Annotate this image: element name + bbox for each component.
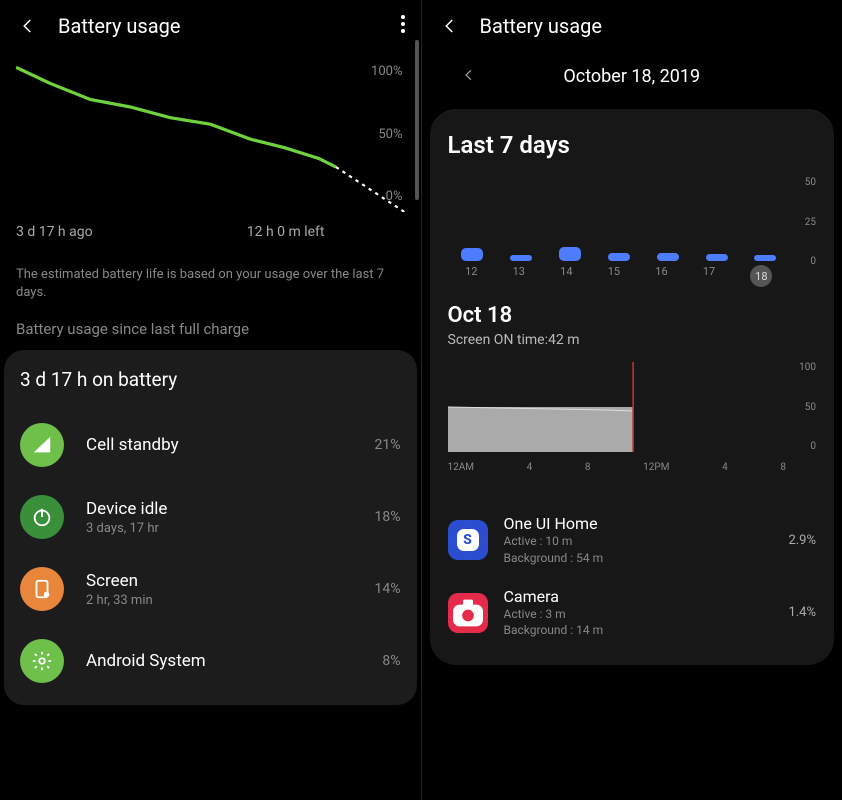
app-pct: 8% (382, 653, 400, 669)
usage-card: 3 d 17 h on battery Cell standby 21% Dev… (4, 350, 417, 705)
day-x-axis: 12AM 4 8 12PM 4 8 (448, 462, 787, 473)
date-nav: October 18, 2019 (422, 52, 842, 109)
app-row-device-idle[interactable]: Device idle 3 days, 17 hr 18% (20, 481, 401, 553)
app-row-cell-standby[interactable]: Cell standby 21% (20, 409, 401, 481)
back-icon[interactable] (438, 14, 462, 38)
date-label[interactable]: October 18, 2019 (563, 66, 700, 87)
app-row-one-ui-home[interactable]: S One UI Home Active : 10 m Background :… (448, 504, 817, 577)
app-background: Background : 14 m (504, 622, 789, 639)
week-day-label[interactable]: 15 (608, 265, 620, 287)
signal-icon (20, 423, 64, 467)
week-day-label[interactable]: 16 (655, 265, 667, 287)
last7-card: Last 7 days 50 25 0 12 13 14 15 16 17 18 Oct 1… (430, 109, 835, 665)
section-label: Battery usage since last full charge (0, 320, 421, 350)
week-bar[interactable] (500, 255, 541, 261)
app-pct: 2.9% (788, 533, 816, 548)
app-pct: 1.4% (788, 605, 816, 620)
app-row-android-system[interactable]: Android System 8% (20, 625, 401, 697)
chart-y-axis: 100% 50% 0% (371, 64, 402, 204)
app-name: Screen (86, 571, 375, 591)
app-name: One UI Home (504, 514, 789, 533)
more-icon[interactable] (401, 15, 405, 38)
app-background: Background : 54 m (504, 550, 789, 567)
app-active: Active : 3 m (504, 606, 789, 623)
week-day-label[interactable]: 14 (560, 265, 572, 287)
page-title: Battery usage (480, 14, 602, 38)
app-row-camera[interactable]: Camera Active : 3 m Background : 14 m 1.… (448, 577, 817, 650)
back-icon[interactable] (16, 14, 40, 38)
week-day-label[interactable]: 18 (750, 265, 772, 287)
week-y-axis: 50 25 0 (805, 177, 816, 267)
app-row-screen[interactable]: Screen 2 hr, 33 min 14% (20, 553, 401, 625)
week-day-label[interactable]: 12 (465, 265, 477, 287)
day-y-axis: 100 50 0 (799, 362, 816, 452)
header: Battery usage (0, 0, 421, 52)
app-name: Device idle (86, 499, 375, 519)
last7-heading: Last 7 days (448, 131, 817, 159)
week-day-label[interactable]: 13 (513, 265, 525, 287)
right-panel: Battery usage October 18, 2019 Last 7 da… (422, 0, 842, 800)
app-name: Android System (86, 651, 382, 671)
day-heading: Oct 18 (448, 303, 817, 328)
week-x-axis: 12 13 14 15 16 17 18 (448, 265, 791, 287)
week-bar[interactable] (745, 255, 786, 261)
day-chart: 100 50 0 12AM 4 8 12PM 4 8 (448, 362, 817, 482)
app-pct: 14% (375, 581, 401, 597)
app-pct: 18% (375, 509, 401, 525)
battery-line-chart (16, 62, 405, 212)
left-panel: Battery usage 100% 50% 0% 3 d 17 h ago 1… (0, 0, 422, 800)
week-bar[interactable] (598, 253, 639, 261)
screen-icon (20, 567, 64, 611)
app-name: Camera (504, 587, 789, 606)
page-title: Battery usage (58, 14, 180, 38)
app-pct: 21% (375, 437, 401, 453)
week-bars[interactable] (448, 191, 791, 261)
week-bar[interactable] (549, 247, 590, 261)
day-area-chart (448, 362, 787, 452)
app-active: Active : 10 m (504, 533, 789, 550)
camera-icon (448, 593, 488, 633)
power-icon (20, 495, 64, 539)
chart-x-axis: 3 d 17 h ago 12 h 0 m left (16, 216, 405, 240)
week-bar[interactable] (451, 248, 492, 261)
week-chart: 50 25 0 12 13 14 15 16 17 18 (448, 177, 817, 287)
app-sub: 3 days, 17 hr (86, 521, 375, 536)
week-day-label[interactable]: 17 (703, 265, 715, 287)
home-s-icon: S (448, 520, 488, 560)
estimate-note: The estimated battery life is based on y… (0, 252, 421, 320)
battery-chart: 100% 50% 0% 3 d 17 h ago 12 h 0 m left (0, 52, 421, 252)
week-bar[interactable] (647, 253, 688, 261)
screen-on-time: Screen ON time:42 m (448, 332, 817, 348)
gear-icon (20, 639, 64, 683)
header: Battery usage (422, 0, 842, 52)
week-bar[interactable] (696, 254, 737, 261)
on-battery-duration: 3 d 17 h on battery (20, 368, 401, 391)
app-name: Cell standby (86, 435, 375, 455)
prev-date-icon[interactable] (462, 67, 476, 86)
app-sub: 2 hr, 33 min (86, 593, 375, 608)
